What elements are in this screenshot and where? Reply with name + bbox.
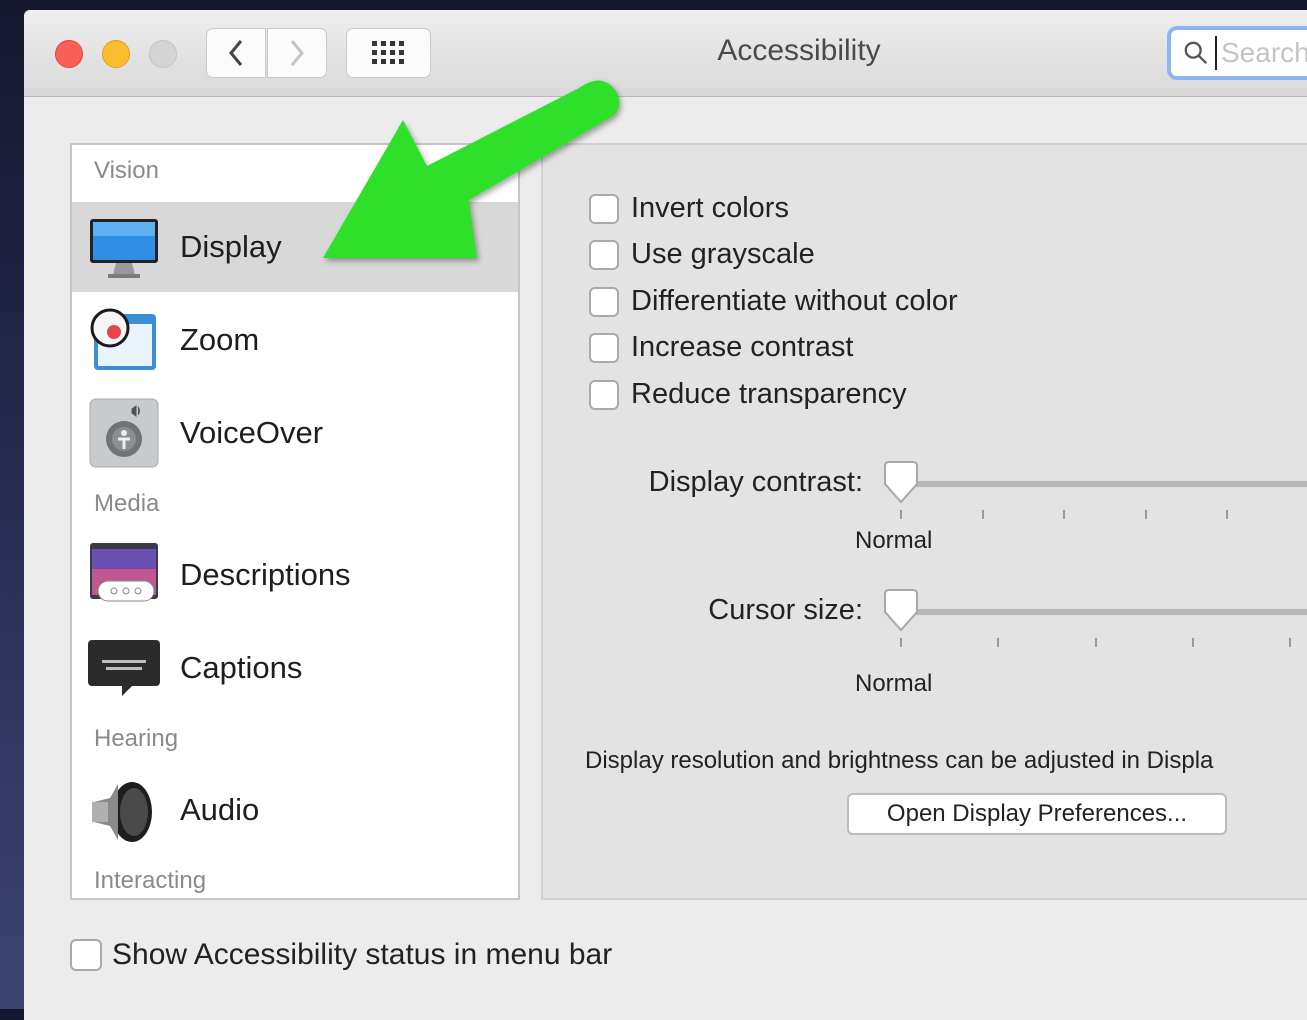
zoom-button[interactable] xyxy=(149,40,177,68)
chevron-left-icon xyxy=(229,40,243,66)
chevron-right-icon xyxy=(290,40,304,66)
checkbox-box[interactable] xyxy=(589,332,619,363)
sidebar-item-audio[interactable]: Audio xyxy=(72,765,518,855)
preferences-window: Accessibility Vision Display xyxy=(24,10,1307,1020)
section-media: Media xyxy=(94,490,160,517)
checkbox-label: Differentiate without color xyxy=(631,285,958,317)
checkbox-label: Use grayscale xyxy=(631,238,815,270)
slider-tick xyxy=(1289,638,1291,647)
sidebar-item-label: Captions xyxy=(180,650,303,685)
descriptions-icon xyxy=(90,543,158,602)
show-status-in-menu-bar-checkbox[interactable]: Show Accessibility status in menu bar xyxy=(70,938,612,972)
voiceover-speaker-icon xyxy=(89,398,159,468)
slider-tick xyxy=(1192,638,1194,647)
search-icon xyxy=(1184,41,1208,65)
section-interacting: Interacting xyxy=(94,867,207,894)
checkbox-label: Show Accessibility status in menu bar xyxy=(112,938,613,971)
section-hearing: Hearing xyxy=(94,725,179,752)
checkbox-label: Invert colors xyxy=(631,192,789,224)
checkbox-box[interactable] xyxy=(70,939,102,971)
slider-tick xyxy=(1095,638,1097,647)
window-title: Accessibility xyxy=(717,34,881,67)
search-field[interactable] xyxy=(1167,26,1307,80)
cursor-size-thumb[interactable] xyxy=(881,588,921,636)
back-button[interactable] xyxy=(206,28,266,78)
display-preferences-note: Display resolution and brightness can be… xyxy=(585,747,1214,774)
zoom-magnifier-icon xyxy=(90,308,156,370)
display-monitor-icon xyxy=(90,219,158,278)
search-input[interactable] xyxy=(1215,36,1307,70)
sidebar-item-voiceover[interactable]: VoiceOver xyxy=(72,388,518,478)
display-contrast-value: Normal xyxy=(855,527,933,554)
audio-speaker-icon xyxy=(92,782,152,842)
cursor-size-track[interactable] xyxy=(901,609,1307,615)
checkbox-label: Reduce transparency xyxy=(631,378,907,410)
grid-icon xyxy=(371,41,404,64)
slider-tick xyxy=(1063,510,1065,519)
checkbox-box[interactable] xyxy=(589,379,619,410)
sidebar-item-captions[interactable]: Captions xyxy=(72,623,518,713)
display-contrast-thumb[interactable] xyxy=(881,460,921,508)
title-bar: Accessibility xyxy=(24,10,1307,97)
slider-tick xyxy=(997,638,999,647)
close-button[interactable] xyxy=(55,40,83,68)
cursor-size-value: Normal xyxy=(855,670,933,697)
section-vision: Vision xyxy=(94,157,159,184)
slider-tick xyxy=(900,638,902,647)
captions-icon xyxy=(88,640,160,696)
sidebar-item-label: Audio xyxy=(180,792,260,827)
checkbox-label: Increase contrast xyxy=(631,331,854,363)
sidebar-item-descriptions[interactable]: Descriptions xyxy=(72,530,518,620)
increase-contrast-checkbox[interactable]: Increase contrast xyxy=(589,331,853,364)
sidebar-item-zoom[interactable]: Zoom xyxy=(72,295,518,385)
display-settings-panel: Invert colors Use grayscale Differentiat… xyxy=(541,143,1307,900)
sidebar-item-label: VoiceOver xyxy=(180,415,324,450)
annotation-arrow-icon xyxy=(323,80,620,258)
slider-tick xyxy=(1226,510,1228,519)
minimize-button[interactable] xyxy=(102,40,130,68)
slider-tick xyxy=(1145,510,1147,519)
sidebar-item-label: Descriptions xyxy=(180,557,351,592)
display-contrast-label: Display contrast: xyxy=(648,466,863,498)
sidebar-item-label: Zoom xyxy=(180,322,260,357)
open-display-preferences-button[interactable]: Open Display Preferences... xyxy=(847,793,1227,835)
sidebar-item-label: Display xyxy=(180,229,282,264)
slider-tick xyxy=(982,510,984,519)
display-contrast-track[interactable] xyxy=(901,481,1307,487)
reduce-transparency-checkbox[interactable]: Reduce transparency xyxy=(589,378,907,411)
slider-tick xyxy=(900,510,902,519)
cursor-size-label: Cursor size: xyxy=(708,594,863,626)
